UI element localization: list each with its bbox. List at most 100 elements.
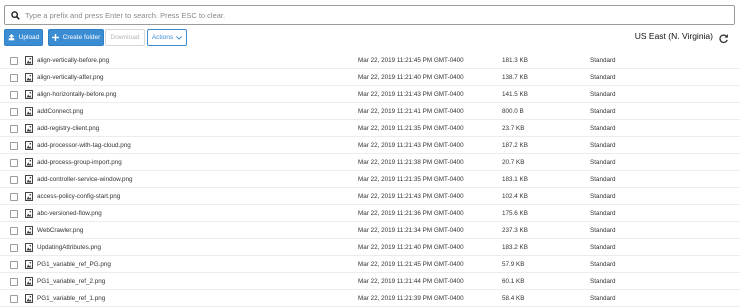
file-row[interactable]: PG1_variable_ref_2.png Mar 22, 2019 11:21… xyxy=(0,273,740,290)
search-input[interactable] xyxy=(25,7,734,23)
chevron-down-icon xyxy=(176,35,183,40)
storage-class: Standard xyxy=(590,57,616,64)
row-checkbox[interactable] xyxy=(10,159,18,167)
search-bar[interactable] xyxy=(4,5,735,25)
file-row[interactable]: align-vertically-before.png Mar 22, 2019 … xyxy=(0,52,740,69)
file-date: Mar 22, 2019 11:21:36 PM GMT-0400 xyxy=(358,210,464,217)
file-name-link[interactable]: UpdatingAttributes.png xyxy=(37,244,101,252)
file-size: 183.1 KB xyxy=(502,176,528,183)
storage-class: Standard xyxy=(590,142,616,149)
file-date: Mar 22, 2019 11:21:43 PM GMT-0400 xyxy=(358,91,464,98)
row-checkbox[interactable] xyxy=(10,244,18,252)
image-file-icon xyxy=(25,260,33,269)
row-checkbox[interactable] xyxy=(10,295,18,303)
file-name-link[interactable]: add-controller-service-window.png xyxy=(37,176,133,184)
file-row[interactable]: WebCrawler.png Mar 22, 2019 11:21:34 PM G… xyxy=(0,222,740,239)
file-size: 23.7 KB xyxy=(502,125,525,132)
image-file-icon xyxy=(25,294,33,303)
row-checkbox[interactable] xyxy=(10,142,18,150)
file-row[interactable]: align-horizontally-before.png Mar 22, 201… xyxy=(0,86,740,103)
file-row[interactable]: add-process-group-import.png Mar 22, 2019… xyxy=(0,154,740,171)
storage-class: Standard xyxy=(590,159,616,166)
file-size: 141.5 KB xyxy=(502,91,528,98)
upload-button[interactable]: Upload xyxy=(4,29,43,46)
file-name-link[interactable]: align-horizontally-before.png xyxy=(37,91,116,99)
file-name-link[interactable]: add-registry-client.png xyxy=(37,125,99,133)
storage-class: Standard xyxy=(590,193,616,200)
download-button[interactable]: Download xyxy=(105,29,145,46)
refresh-icon[interactable] xyxy=(718,31,729,44)
file-name-link[interactable]: align-vertically-before.png xyxy=(37,57,109,65)
file-size: 138.7 KB xyxy=(502,74,528,81)
row-checkbox[interactable] xyxy=(10,210,18,218)
file-name-link[interactable]: abc-versioned-flow.png xyxy=(37,210,102,218)
file-date: Mar 22, 2019 11:21:41 PM GMT-0400 xyxy=(358,108,464,115)
image-file-icon xyxy=(25,243,33,252)
file-date: Mar 22, 2019 11:21:45 PM GMT-0400 xyxy=(358,261,464,268)
image-file-icon xyxy=(25,175,33,184)
file-date: Mar 22, 2019 11:21:35 PM GMT-0400 xyxy=(358,176,464,183)
file-name-link[interactable]: PG1_variable_ref_PG.png xyxy=(37,261,111,269)
create-folder-button[interactable]: Create folder xyxy=(48,29,104,46)
storage-class: Standard xyxy=(590,278,616,285)
row-checkbox[interactable] xyxy=(10,227,18,235)
file-size: 800.0 B xyxy=(502,108,524,115)
storage-class: Standard xyxy=(590,108,616,115)
file-name-link[interactable]: align-vertically-after.png xyxy=(37,74,104,82)
row-checkbox[interactable] xyxy=(10,278,18,286)
region-label: US East (N. Virginia) xyxy=(634,31,713,41)
storage-class: Standard xyxy=(590,261,616,268)
file-row[interactable]: PG1_variable_ref_1.png Mar 22, 2019 11:21… xyxy=(0,290,740,307)
file-name-link[interactable]: add-processor-with-tag-cloud.png xyxy=(37,142,131,150)
row-checkbox[interactable] xyxy=(10,193,18,201)
file-name-link[interactable]: PG1_variable_ref_2.png xyxy=(37,278,105,286)
image-file-icon xyxy=(25,141,33,150)
image-file-icon xyxy=(25,226,33,235)
file-name-link[interactable]: addConnect.png xyxy=(37,108,83,116)
image-file-icon xyxy=(25,277,33,286)
file-date: Mar 22, 2019 11:21:43 PM GMT-0400 xyxy=(358,193,464,200)
file-size: 58.4 KB xyxy=(502,295,525,302)
row-checkbox[interactable] xyxy=(10,261,18,269)
file-row[interactable]: align-vertically-after.png Mar 22, 2019 1… xyxy=(0,69,740,86)
row-checkbox[interactable] xyxy=(10,91,18,99)
file-row[interactable]: add-processor-with-tag-cloud.png Mar 22, … xyxy=(0,137,740,154)
file-size: 60.1 KB xyxy=(502,278,525,285)
file-date: Mar 22, 2019 11:21:43 PM GMT-0400 xyxy=(358,142,464,149)
file-date: Mar 22, 2019 11:21:38 PM GMT-0400 xyxy=(358,159,464,166)
file-list: align-vertically-before.png Mar 22, 2019 … xyxy=(0,52,740,307)
file-name-link[interactable]: PG1_variable_ref_1.png xyxy=(37,295,105,303)
toolbar: Upload Create folder Download Actions US… xyxy=(4,29,735,48)
file-date: Mar 22, 2019 11:21:40 PM GMT-0400 xyxy=(358,244,464,251)
row-checkbox[interactable] xyxy=(10,125,18,133)
row-checkbox[interactable] xyxy=(10,57,18,65)
file-row[interactable]: access-policy-config-start.png Mar 22, 20… xyxy=(0,188,740,205)
download-label: Download xyxy=(110,34,140,41)
file-size: 175.6 KB xyxy=(502,210,528,217)
actions-dropdown[interactable]: Actions xyxy=(147,29,187,46)
storage-class: Standard xyxy=(590,244,616,251)
image-file-icon xyxy=(25,192,33,201)
file-name-link[interactable]: access-policy-config-start.png xyxy=(37,193,120,201)
file-row[interactable]: abc-versioned-flow.png Mar 22, 2019 11:21… xyxy=(0,205,740,222)
file-row[interactable]: add-registry-client.png Mar 22, 2019 11:2… xyxy=(0,120,740,137)
image-file-icon xyxy=(25,56,33,65)
file-size: 57.9 KB xyxy=(502,261,525,268)
file-size: 187.2 KB xyxy=(502,142,528,149)
row-checkbox[interactable] xyxy=(10,108,18,116)
image-file-icon xyxy=(25,90,33,99)
file-row[interactable]: add-controller-service-window.png Mar 22,… xyxy=(0,171,740,188)
file-name-link[interactable]: add-process-group-import.png xyxy=(37,159,122,167)
upload-icon xyxy=(8,34,15,41)
storage-class: Standard xyxy=(590,295,616,302)
row-checkbox[interactable] xyxy=(10,74,18,82)
row-checkbox[interactable] xyxy=(10,176,18,184)
file-name-link[interactable]: WebCrawler.png xyxy=(37,227,83,235)
create-folder-label: Create folder xyxy=(62,34,101,41)
image-file-icon xyxy=(25,107,33,116)
file-row[interactable]: addConnect.png Mar 22, 2019 11:21:41 PM G… xyxy=(0,103,740,120)
storage-class: Standard xyxy=(590,210,616,217)
file-row[interactable]: PG1_variable_ref_PG.png Mar 22, 2019 11:2… xyxy=(0,256,740,273)
file-row[interactable]: UpdatingAttributes.png Mar 22, 2019 11:21… xyxy=(0,239,740,256)
plus-icon xyxy=(51,34,59,41)
